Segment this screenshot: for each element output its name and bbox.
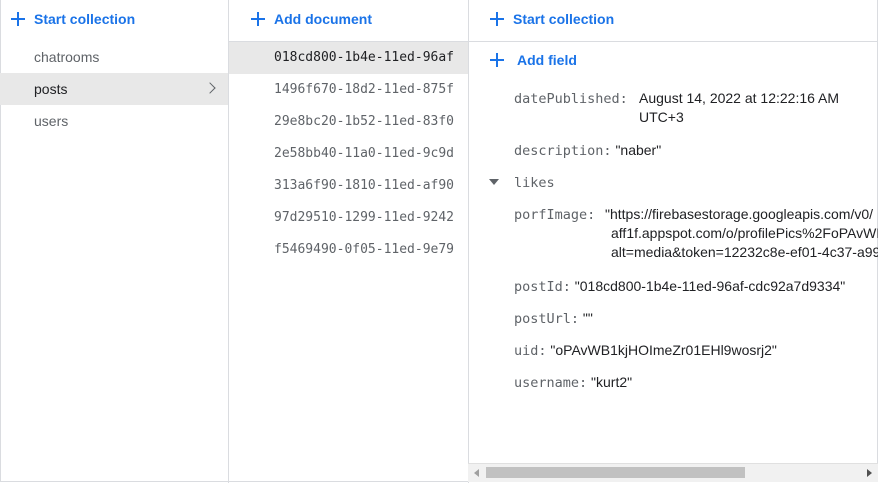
document-item[interactable]: 97d29510-1299-11ed-9242 [229, 202, 469, 234]
field-porfImage-value: "https://firebasestorage.googleapis.com/… [605, 205, 878, 262]
field-key: uid: [514, 343, 547, 359]
document-item[interactable]: 313a6f90-1810-11ed-af90 [229, 170, 469, 202]
field-value-line: aff1f.appspot.com/o/profilePics%2FoPAvWB [611, 225, 878, 241]
plus-icon [489, 11, 505, 27]
scrollbar-thumb[interactable] [486, 467, 745, 478]
collection-label: users [34, 113, 69, 129]
field-key: porfImage: [514, 207, 596, 223]
field-porfImage[interactable]: porfImage: [514, 205, 595, 225]
field-postUrl[interactable]: postUrl: "" [514, 309, 593, 329]
field-key: postUrl: [514, 311, 580, 327]
field-postId[interactable]: postId: "018cd800-1b4e-11ed-96af-cdc92a7… [514, 277, 845, 297]
collection-label: posts [34, 81, 68, 97]
start-collection-label: Start collection [513, 11, 615, 27]
start-subcollection-button[interactable]: Start collection [489, 11, 614, 27]
field-value: "oPAvWB1kjHOImeZr01EHl9wosrj2" [550, 342, 777, 358]
document-item[interactable]: 29e8bc20-1b52-11ed-83f0 [229, 106, 469, 138]
plus-icon [489, 52, 505, 68]
collection-item-chatrooms[interactable]: chatrooms [0, 41, 228, 73]
field-username[interactable]: username: "kurt2" [514, 373, 632, 393]
field-key: username: [514, 375, 588, 391]
add-document-label: Add document [274, 11, 372, 27]
plus-icon [10, 11, 26, 27]
add-field-button[interactable]: Add field [489, 52, 577, 68]
scroll-left-arrow-icon[interactable] [474, 469, 479, 477]
add-document-button[interactable]: Add document [250, 11, 372, 27]
collection-item-users[interactable]: users [0, 105, 228, 137]
chevron-right-icon [204, 82, 216, 94]
add-field-label: Add field [517, 52, 577, 68]
collections-column: Start collection chatrooms posts users [0, 0, 228, 483]
expand-triangle-icon[interactable] [489, 179, 499, 185]
field-value: "naber" [615, 142, 662, 158]
fields-column: Start collection Add field datePublished… [468, 0, 878, 483]
field-value: "018cd800-1b4e-11ed-96af-cdc92a7d9334" [574, 278, 846, 294]
field-datePublished-value: August 14, 2022 at 12:22:16 AM UTC+3 [639, 89, 839, 127]
field-key: postId: [514, 279, 571, 295]
collection-item-posts[interactable]: posts [0, 73, 228, 105]
field-description[interactable]: description: "naber" [514, 141, 661, 161]
field-value-line: August 14, 2022 at 12:22:16 AM [639, 90, 840, 106]
field-datePublished[interactable]: datePublished: [514, 89, 628, 109]
collection-label: chatrooms [34, 49, 100, 65]
document-item[interactable]: 2e58bb40-11a0-11ed-9c9d [229, 138, 469, 170]
plus-icon [250, 11, 266, 27]
document-item[interactable]: 1496f670-18d2-11ed-875f [229, 74, 469, 106]
field-likes[interactable]: likes [514, 173, 555, 193]
documents-column: Add document 018cd800-1b4e-11ed-96af 149… [228, 0, 469, 483]
start-collection-label: Start collection [34, 11, 136, 27]
field-value-line: alt=media&token=12232c8e-ef01-4c37-a990 [611, 244, 878, 260]
field-value: "" [582, 310, 593, 326]
field-value-line: UTC+3 [639, 109, 684, 125]
start-collection-button[interactable]: Start collection [10, 11, 135, 27]
field-value-line: "https://firebasestorage.googleapis.com/… [605, 206, 874, 222]
document-item[interactable]: f5469490-0f05-11ed-9e79 [229, 234, 469, 266]
field-uid[interactable]: uid: "oPAvWB1kjHOImeZr01EHl9wosrj2" [514, 341, 777, 361]
document-item[interactable]: 018cd800-1b4e-11ed-96af [229, 42, 469, 74]
header-divider [469, 41, 878, 42]
horizontal-scrollbar[interactable] [468, 463, 878, 482]
field-value: "kurt2" [591, 374, 633, 390]
scroll-right-arrow-icon[interactable] [867, 469, 872, 477]
field-key: datePublished: [514, 91, 628, 107]
field-key: description: [514, 143, 612, 159]
field-key: likes [514, 175, 555, 191]
